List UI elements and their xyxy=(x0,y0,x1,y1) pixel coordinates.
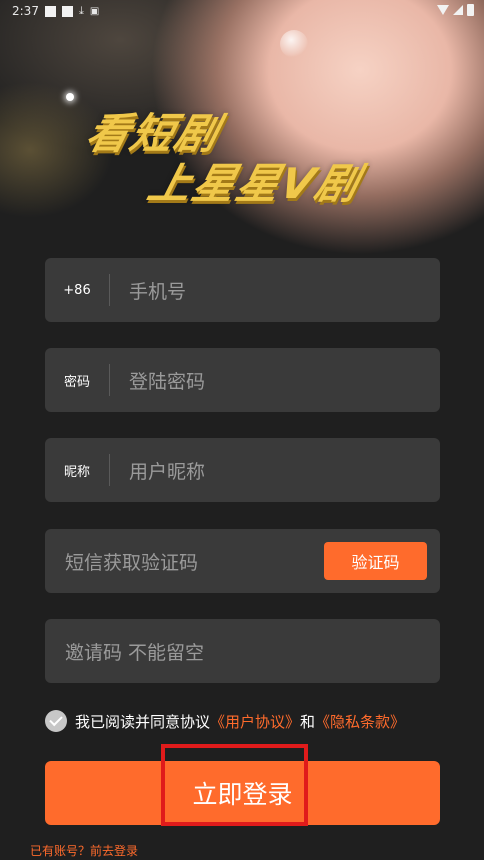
phone-field[interactable]: +86 手机号 xyxy=(45,258,440,322)
sms-code-input[interactable]: 短信获取验证码 xyxy=(65,548,198,575)
checkmark-icon xyxy=(49,712,63,727)
hero-background: 看短剧 上星星V剧 xyxy=(0,0,484,300)
password-input[interactable]: 登陆密码 xyxy=(129,367,205,394)
agreement-row: 我已阅读并同意协议 《用户协议》 和 《隐私条款》 xyxy=(45,710,405,732)
nickname-field[interactable]: 昵称 用户昵称 xyxy=(45,438,440,502)
agreement-and-text: 和 xyxy=(300,712,316,731)
notification-icon xyxy=(61,5,73,17)
sparkle-decoration xyxy=(66,93,74,101)
highlight-annotation-box xyxy=(161,744,308,826)
field-divider xyxy=(109,274,110,306)
status-bar: 2:37 ⤓ ▣ xyxy=(0,0,484,22)
agreement-text: 我已阅读并同意协议 xyxy=(75,712,211,731)
privacy-policy-link[interactable]: 《隐私条款》 xyxy=(315,711,405,732)
password-field[interactable]: 密码 登陆密码 xyxy=(45,348,440,412)
nickname-input[interactable]: 用户昵称 xyxy=(129,457,205,484)
sms-code-field[interactable]: 短信获取验证码 验证码 xyxy=(45,529,440,593)
invite-code-field[interactable]: 邀请码 不能留空 xyxy=(45,619,440,683)
phone-input[interactable]: 手机号 xyxy=(129,277,186,304)
get-code-button[interactable]: 验证码 xyxy=(324,542,427,580)
country-code: +86 xyxy=(63,282,91,298)
wifi-icon xyxy=(437,5,449,15)
battery-icon xyxy=(467,4,474,16)
invite-code-input[interactable]: 邀请码 不能留空 xyxy=(65,638,204,665)
go-login-link[interactable]: 已有账号？前去登录 xyxy=(30,842,138,859)
light-orb-decoration xyxy=(280,30,308,58)
agreement-checkbox[interactable] xyxy=(45,710,67,732)
notification-icon xyxy=(44,5,56,17)
app-notification-icon: ▣ xyxy=(89,5,100,17)
slogan-line-2: 上星星V剧 xyxy=(143,159,366,208)
user-agreement-link[interactable]: 《用户协议》 xyxy=(210,711,300,732)
download-icon: ⤓ xyxy=(78,4,84,17)
status-time: 2:37 xyxy=(12,4,39,18)
signal-icon xyxy=(453,5,463,15)
field-divider xyxy=(109,454,110,486)
password-label: 密码 xyxy=(63,374,90,390)
nickname-label: 昵称 xyxy=(63,464,90,480)
field-divider xyxy=(109,364,110,396)
